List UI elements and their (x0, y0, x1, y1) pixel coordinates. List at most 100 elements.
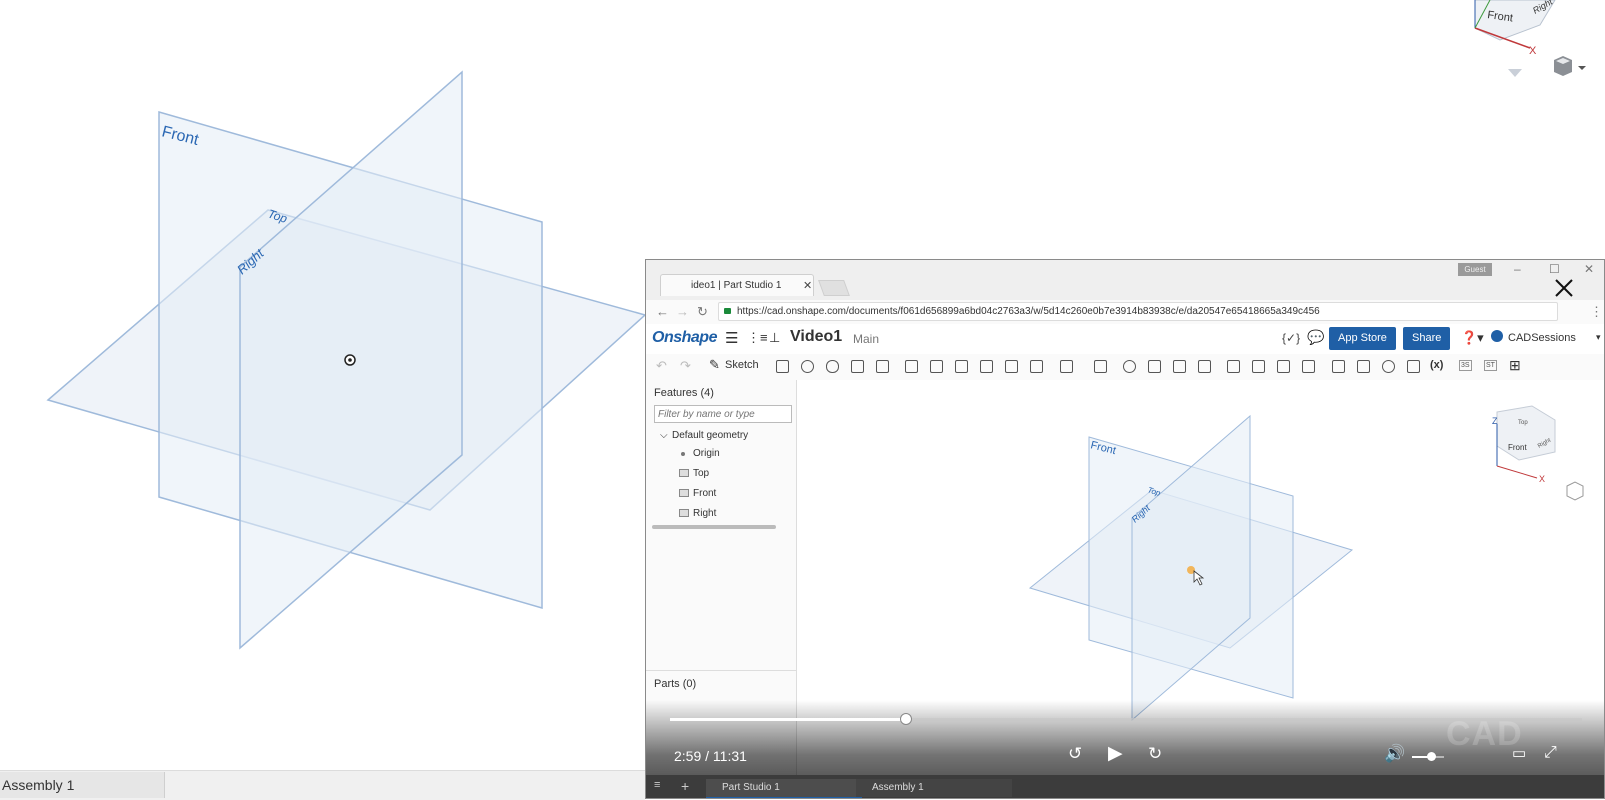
onshape-logo[interactable]: Onshape (652, 329, 717, 347)
pattern-icon[interactable] (1060, 360, 1073, 373)
fillet-icon[interactable] (905, 360, 918, 373)
video-player[interactable]: ideo1 | Part Studio 1 ✕ Guest – ☐ ✕ ← → … (645, 259, 1605, 799)
app-store-button[interactable]: App Store (1329, 327, 1396, 350)
tree-item-top[interactable]: Top (693, 468, 709, 479)
draft-icon[interactable] (955, 360, 968, 373)
reload-icon[interactable]: ↻ (697, 304, 708, 320)
video-navcube-top: Top (1518, 420, 1528, 426)
cad-sessions-watermark: CAD (1446, 715, 1523, 753)
plane-icon[interactable] (1332, 360, 1345, 373)
panel-divider (646, 670, 796, 671)
tab-assembly-1[interactable]: Assembly 1 (0, 772, 165, 798)
origin-icon[interactable] (344, 354, 356, 366)
window-close-icon[interactable]: ✕ (1584, 262, 1594, 276)
panel-scrollbar[interactable] (652, 525, 776, 529)
x-axis-label: X (1529, 45, 1537, 57)
curve-icon[interactable] (1407, 360, 1420, 373)
onshape-app-bar: Onshape ☰ ⋮≡ ⊥ Video1 Main {✓} 💬 App Sto… (646, 324, 1604, 355)
volume-icon[interactable]: 🔊 (1384, 744, 1405, 764)
custom-feature-3s-button[interactable]: 3S (1459, 360, 1472, 371)
loft-icon[interactable] (851, 360, 864, 373)
chamfer-icon[interactable] (930, 360, 943, 373)
transform-icon[interactable] (1173, 360, 1186, 373)
add-custom-feature-icon[interactable]: ⊞ (1509, 357, 1521, 374)
document-name[interactable]: Video1 (790, 328, 842, 346)
undo-icon[interactable]: ↶ (656, 358, 667, 374)
new-tab-button[interactable] (818, 280, 850, 296)
mirror-icon[interactable] (1094, 360, 1107, 373)
video-render-mode-icon[interactable] (1566, 481, 1584, 501)
help-icon[interactable]: ❓▾ (1461, 330, 1484, 346)
share-button[interactable]: Share (1403, 327, 1451, 350)
back-icon[interactable]: ← (656, 304, 669, 319)
render-mode-icon[interactable] (1554, 56, 1572, 76)
play-icon[interactable]: ▶ (1108, 742, 1123, 765)
features-heading: Features (4) (654, 387, 714, 399)
sweep-icon[interactable] (826, 360, 839, 373)
url-text: https://cad.onshape.com/documents/f061d6… (737, 306, 1320, 317)
modify-fillet-icon[interactable] (1227, 360, 1240, 373)
tree-item-right[interactable]: Right (693, 508, 716, 519)
minimize-icon[interactable]: – (1514, 262, 1521, 276)
custom-feature-st-button[interactable]: ST (1484, 360, 1497, 371)
delete-face-icon[interactable] (1252, 360, 1265, 373)
user-avatar[interactable] (1491, 330, 1503, 342)
fullscreen-icon[interactable]: ⤢ (1544, 744, 1557, 762)
comments-icon[interactable]: 💬 (1307, 329, 1324, 346)
video-navcube-front: Front (1508, 443, 1527, 452)
replace-face-icon[interactable] (1302, 360, 1315, 373)
plane-tree-icon (679, 509, 689, 517)
hamburger-menu-icon[interactable]: ☰ (725, 329, 738, 347)
boolean-icon[interactable] (1123, 360, 1136, 373)
tab-close-icon[interactable]: ✕ (803, 275, 812, 297)
revolve-icon[interactable] (801, 360, 814, 373)
browser-tab-title: ideo1 | Part Studio 1 (691, 280, 782, 291)
sketch-icon[interactable]: ✎ (709, 357, 720, 373)
redo-icon[interactable]: ↷ (680, 358, 691, 374)
helix-icon[interactable] (1382, 360, 1395, 373)
rewind-5s-icon[interactable]: ↺ (1068, 744, 1082, 764)
tab-part-studio[interactable]: Part Studio 1 (706, 779, 862, 798)
default-geometry-group[interactable]: Default geometry (672, 430, 748, 441)
feature-list-icon[interactable]: ⋮≡ (747, 330, 768, 346)
chevron-down-icon[interactable]: ⌵ (660, 430, 668, 441)
browser-tab[interactable]: ideo1 | Part Studio 1 ✕ (660, 274, 814, 296)
mate-connector-icon[interactable] (1357, 360, 1370, 373)
shell-icon[interactable] (1005, 360, 1018, 373)
delete-part-icon[interactable] (1198, 360, 1211, 373)
url-field[interactable]: https://cad.onshape.com/documents/f061d6… (718, 302, 1558, 321)
tree-item-origin[interactable]: Origin (693, 448, 720, 459)
view-cube-down-arrow-icon[interactable] (1508, 69, 1522, 77)
user-name[interactable]: CADSessions (1508, 332, 1576, 344)
configurations-icon[interactable]: ⊥ (769, 330, 780, 346)
branch-name[interactable]: Main (853, 332, 879, 346)
maximize-icon[interactable]: ☐ (1549, 262, 1560, 276)
video-navcube-z: Z (1492, 416, 1498, 426)
forward-5s-icon[interactable]: ↻ (1148, 744, 1162, 764)
split-icon[interactable] (1148, 360, 1161, 373)
volume-handle[interactable] (1427, 752, 1437, 761)
rib-icon[interactable] (980, 360, 993, 373)
code-icon[interactable]: {✓} (1282, 331, 1300, 345)
user-menu-caret-icon[interactable]: ▾ (1596, 332, 1601, 343)
progress-handle[interactable] (900, 713, 913, 725)
browser-menu-icon[interactable]: ⋮ (1590, 304, 1603, 320)
close-video-icon[interactable] (1553, 277, 1575, 299)
parts-heading: Parts (0) (654, 678, 697, 690)
feature-toolbar: ↶ ↷ ✎ Sketch (x) 3S ST ⊞ (646, 354, 1604, 381)
extrude-icon[interactable] (776, 360, 789, 373)
tab-assembly[interactable]: Assembly 1 (856, 779, 1012, 797)
render-mode-caret-icon[interactable] (1578, 66, 1586, 70)
forward-icon[interactable]: → (676, 304, 689, 319)
feature-filter-input[interactable] (654, 405, 792, 423)
sketch-button[interactable]: Sketch (725, 359, 759, 371)
plane-tree-icon (679, 489, 689, 497)
move-face-icon[interactable] (1277, 360, 1290, 373)
variable-icon[interactable]: (x) (1430, 359, 1443, 371)
tree-item-front[interactable]: Front (693, 488, 716, 499)
hole-icon[interactable] (1030, 360, 1043, 373)
thicken-icon[interactable] (876, 360, 889, 373)
tab-list-icon[interactable]: ≡ (654, 779, 660, 791)
plane-tree-icon (679, 469, 689, 477)
add-tab-icon[interactable]: + (681, 778, 689, 794)
